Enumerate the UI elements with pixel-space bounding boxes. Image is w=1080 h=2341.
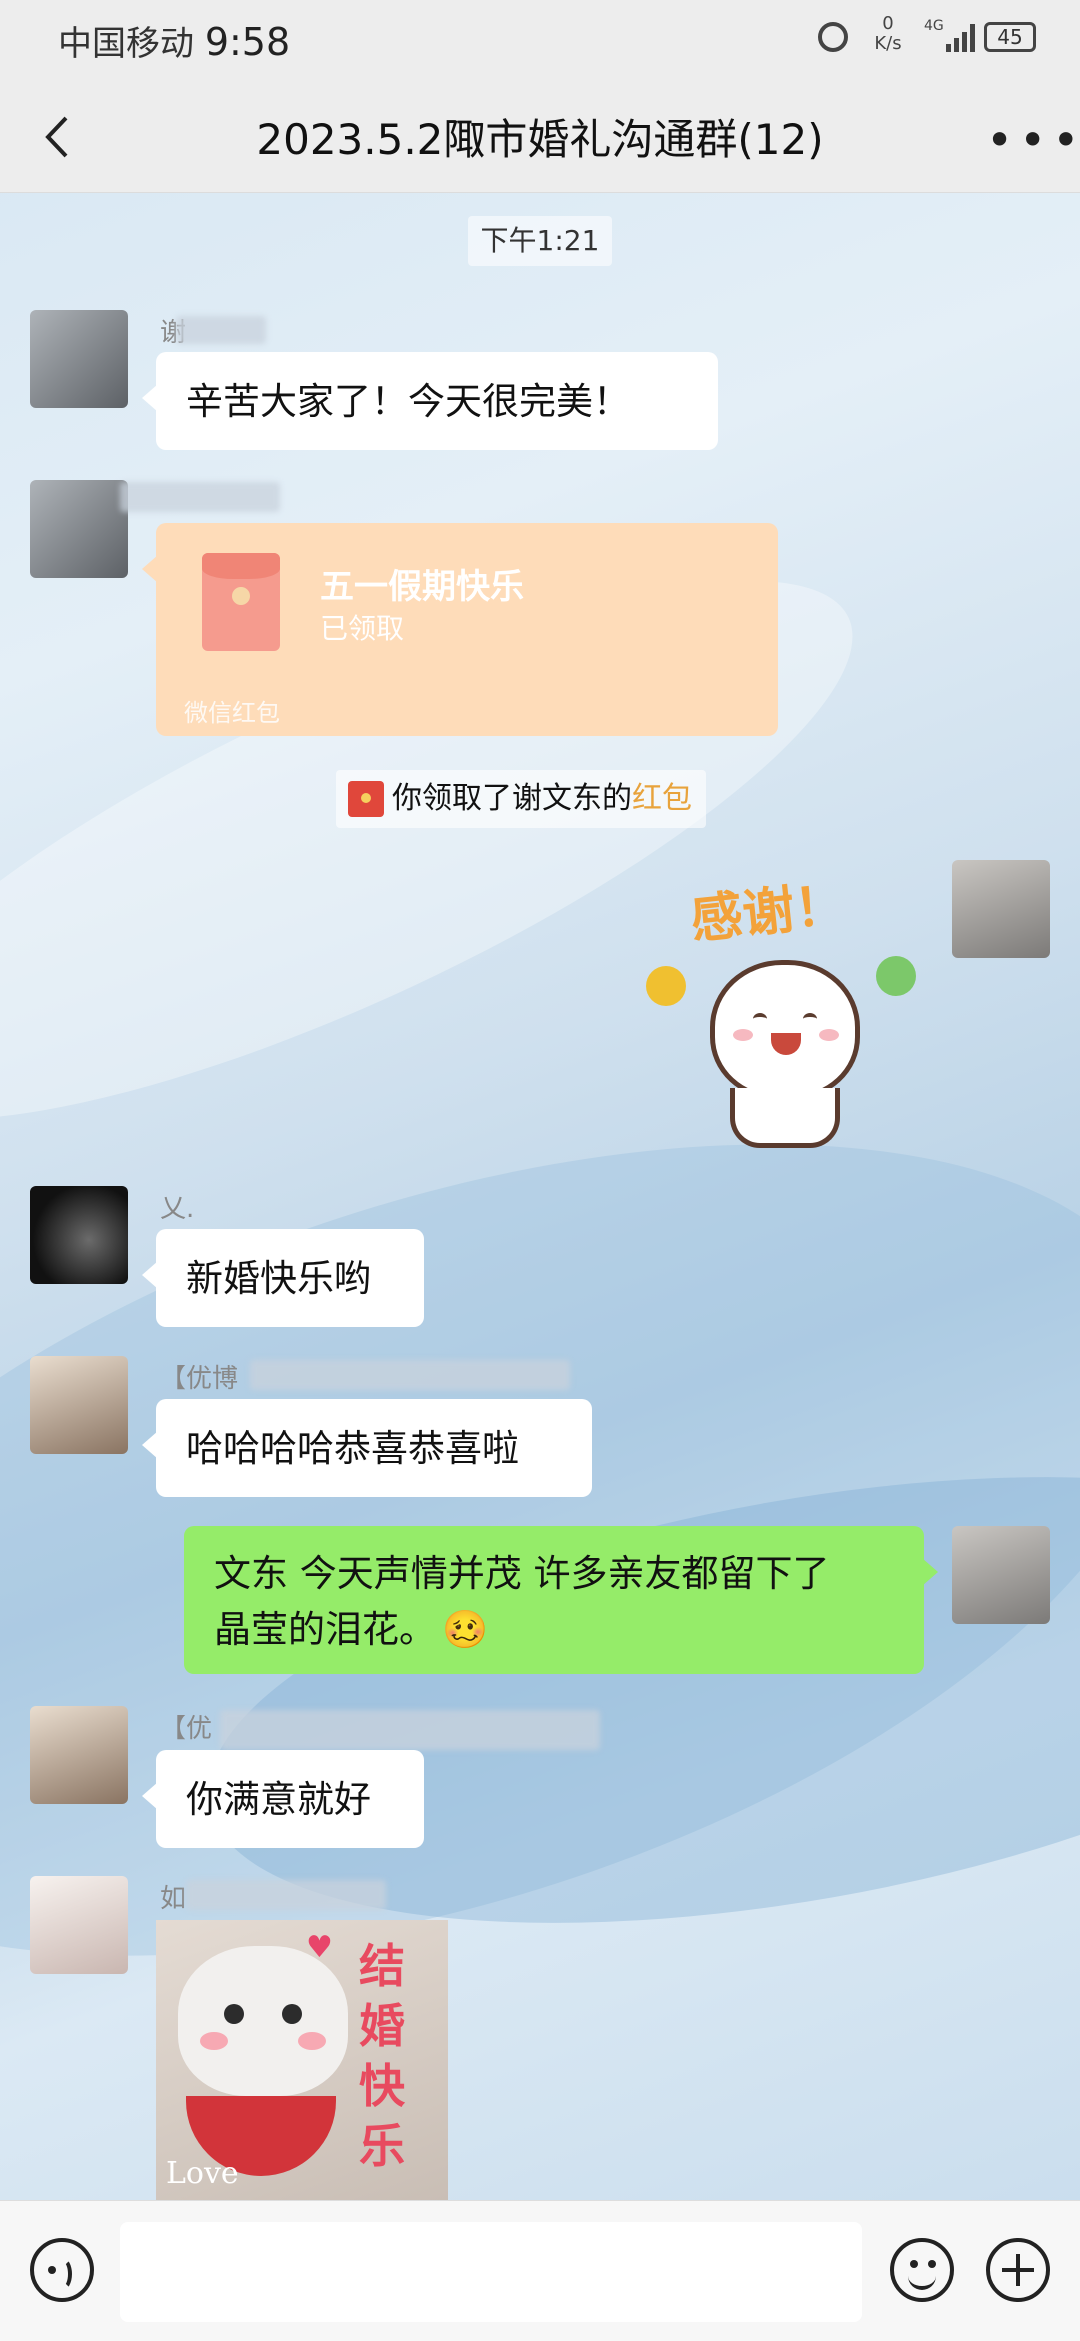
cat-face [710, 960, 860, 1100]
sender-nickname: 如 [160, 1884, 187, 1914]
chat-timestamp: 下午1:21 [468, 216, 612, 266]
red-packet-status: 已领取 [320, 612, 405, 645]
alarm-icon [818, 22, 848, 52]
avatar[interactable] [30, 1186, 128, 1284]
message-bubble[interactable]: 辛苦大家了！今天很完美！ [142, 352, 718, 450]
status-carrier: 中国移动 9:58 [58, 16, 290, 65]
red-envelope-icon [202, 553, 280, 651]
plus-icon[interactable] [986, 2238, 1050, 2302]
clover-icon [876, 956, 916, 996]
avatar[interactable] [30, 1876, 128, 1974]
net-speed-unit: K/s [874, 33, 902, 54]
red-packet-footer: 微信红包 [184, 699, 280, 727]
clover-icon [646, 966, 686, 1006]
blurred-name [186, 1880, 386, 1910]
sender-nickname: 【优博 [160, 1364, 239, 1394]
net-speed: 0 K/s [868, 14, 908, 54]
image-caption: 结婚快乐 [359, 1939, 405, 2173]
page-title: 2023.5.2陬市婚礼沟通群(12) [256, 115, 824, 164]
red-packet-card[interactable]: 五一假期快乐 已领取 微信红包 [142, 523, 778, 736]
system-notice: 你领取了谢文东的红包 [336, 770, 706, 828]
status-time: 9:58 [204, 20, 291, 64]
message-input[interactable] [120, 2222, 862, 2322]
message-line: 晶莹的泪花。 🥴 [214, 1602, 894, 1658]
avatar[interactable] [30, 480, 128, 578]
notice-text: 你领取了谢文东的 [392, 781, 632, 816]
carrier-name: 中国移动 [58, 24, 194, 64]
status-bar: 中国移动 9:58 0 K/s 4G 45 [0, 0, 1080, 76]
blurred-name [176, 316, 266, 344]
sender-nickname: 乂. [160, 1194, 195, 1224]
red-packet-title: 五一假期快乐 [320, 567, 524, 607]
network-type: 4G [924, 18, 944, 34]
sticker-text: 感谢！ [687, 874, 850, 951]
image-message[interactable]: ♥ 结婚快乐 Love [156, 1920, 448, 2200]
avatar[interactable] [30, 1356, 128, 1454]
message-line-text: 晶莹的泪花。 [214, 1608, 436, 1651]
battery-level: 45 [997, 25, 1023, 49]
blurred-name [220, 1710, 600, 1750]
blurred-name [250, 1360, 570, 1390]
smiley-icon[interactable] [890, 2238, 954, 2302]
message-bubble[interactable]: 哈哈哈哈恭喜恭喜啦 [142, 1399, 592, 1497]
avatar[interactable] [30, 1706, 128, 1804]
sticker[interactable]: 感谢！ [640, 870, 920, 1160]
red-envelope-icon [348, 781, 384, 817]
cat-photo [178, 1946, 348, 2096]
voice-icon[interactable] [30, 2238, 94, 2302]
ellipsis-icon[interactable]: ••• [986, 117, 1080, 163]
message-bubble[interactable]: 你满意就好 [142, 1750, 424, 1848]
avatar-self[interactable] [952, 860, 1050, 958]
message-bubble-self[interactable]: 文东 今天声情并茂 许多亲友都留下了 晶莹的泪花。 🥴 [184, 1526, 938, 1674]
message-bubble[interactable]: 新婚快乐哟 [142, 1229, 424, 1327]
signal-icon: 4G [924, 18, 975, 54]
heart-icon: ♥ [306, 1930, 333, 1965]
cat-body [730, 1088, 840, 1148]
notice-link[interactable]: 红包 [632, 781, 692, 816]
avatar[interactable] [30, 310, 128, 408]
battery-icon: 45 [984, 22, 1036, 52]
avatar-self[interactable] [952, 1526, 1050, 1624]
sender-nickname: 【优 [160, 1714, 213, 1744]
net-speed-value: 0 [882, 13, 894, 34]
image-corner-text: Love [166, 2156, 239, 2191]
message-line: 文东 今天声情并茂 许多亲友都留下了 [214, 1552, 830, 1595]
blurred-name [120, 482, 280, 512]
woozy-face-icon: 🥴 [442, 1608, 489, 1651]
